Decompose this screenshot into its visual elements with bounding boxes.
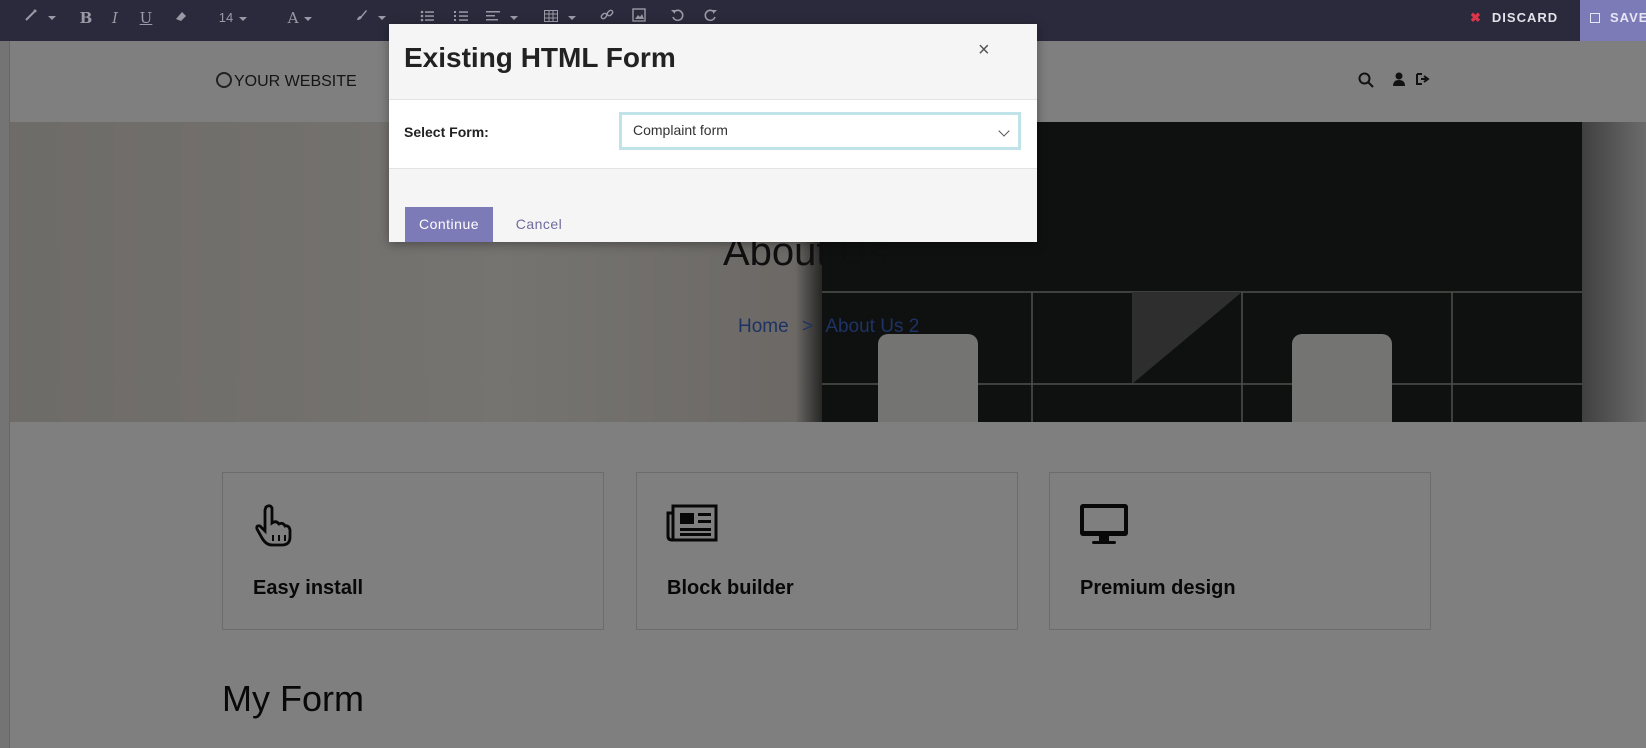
font-size-dropdown[interactable]: 14 (210, 0, 256, 36)
dialog-footer: Continue Cancel (389, 169, 1037, 242)
floppy-icon (1590, 13, 1600, 23)
dialog-body: Select Form: Complaint form (389, 100, 1037, 169)
dialog-title: Existing HTML Form (404, 42, 676, 73)
form-select[interactable]: Complaint form (619, 112, 1021, 150)
bold-icon[interactable]: B (76, 0, 96, 36)
magic-wand-icon[interactable] (20, 0, 60, 36)
underline-icon[interactable]: U (136, 0, 156, 36)
brush-icon[interactable] (350, 0, 390, 36)
existing-form-dialog: Existing HTML Form × Select Form: Compla… (389, 24, 1037, 242)
cancel-button[interactable]: Cancel (502, 207, 576, 242)
save-button[interactable]: SAVE (1580, 0, 1646, 41)
discard-label: DISCARD (1491, 10, 1559, 25)
font-color-icon[interactable]: A (280, 0, 320, 36)
dialog-header: Existing HTML Form × (389, 24, 1037, 100)
font-size-value: 14 (218, 10, 234, 25)
italic-icon[interactable]: I (105, 0, 125, 36)
discard-button[interactable]: ✖ DISCARD (1470, 0, 1558, 36)
close-icon: ✖ (1470, 10, 1482, 25)
close-icon[interactable]: × (978, 39, 990, 62)
continue-button[interactable]: Continue (405, 207, 493, 242)
chevron-down-icon (998, 125, 1010, 137)
save-label: SAVE (1610, 10, 1646, 25)
eraser-icon[interactable] (170, 0, 192, 36)
form-select-value: Complaint form (633, 122, 728, 138)
select-form-label: Select Form: (404, 124, 489, 140)
